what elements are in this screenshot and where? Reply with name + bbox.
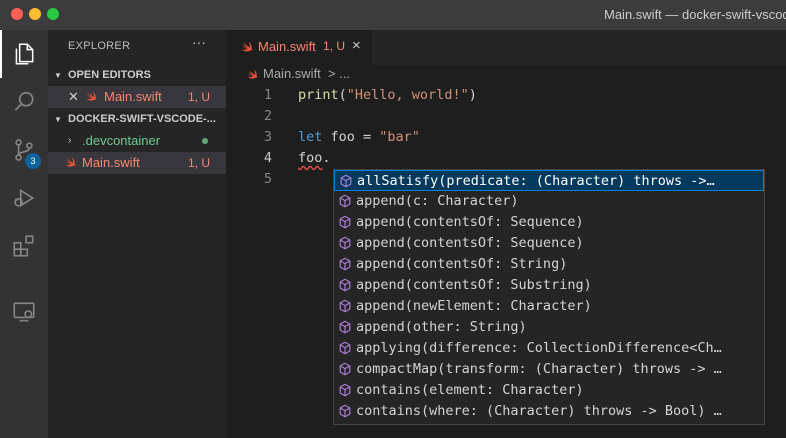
suggestion-label: append(contentsOf: Sequence) (356, 214, 584, 230)
code-line-3[interactable]: let foo = "bar" (298, 129, 420, 145)
line-number-current: 4 (263, 150, 272, 166)
method-cube-icon (339, 362, 351, 376)
suggestion-item[interactable]: applying(difference: CollectionDifferenc… (334, 338, 764, 359)
suggestion-label: append(c: Character) (356, 193, 519, 209)
suggestion-item[interactable]: append(contentsOf: String) (334, 254, 764, 275)
method-cube-icon (339, 383, 351, 397)
open-editor-name: Main.swift (104, 89, 162, 104)
suggestion-item[interactable]: append(contentsOf: Substring) (334, 275, 764, 296)
more-actions-icon[interactable]: ··· (192, 34, 206, 50)
method-cube-icon (339, 236, 351, 250)
remote-explorer-icon (13, 302, 35, 322)
suggestion-label: allSatisfy(predicate: (Character) throws… (357, 173, 715, 189)
breadcrumb-more[interactable]: > ... (328, 66, 350, 81)
suggestion-label: append(contentsOf: Substring) (356, 277, 592, 293)
files-icon (15, 43, 34, 65)
minimize-window-button[interactable] (29, 8, 41, 20)
remote-explorer-activity[interactable] (0, 288, 48, 336)
explorer-sidebar: EXPLORER ··· ▼ OPEN EDITORS ✕ Main.swift … (48, 30, 226, 438)
suggestion-label: applying(difference: CollectionDifferenc… (356, 340, 722, 356)
activity-bar: 3 (0, 30, 48, 438)
tab-bar: Main.swift 1, U × (226, 30, 786, 65)
suggestion-widget[interactable]: allSatisfy(predicate: (Character) throws… (333, 169, 765, 425)
suggestion-item-selected[interactable]: allSatisfy(predicate: (Character) throws… (334, 170, 764, 191)
modified-indicator (202, 138, 208, 144)
suggestion-item[interactable]: contains(element: Character) (334, 380, 764, 401)
breadcrumb: Main.swift > ... (226, 65, 786, 85)
chevron-down-icon: ▼ (54, 115, 62, 124)
method-cube-icon (339, 320, 351, 334)
explorer-title: EXPLORER (68, 40, 131, 52)
tree-item-label: .devcontainer (82, 133, 161, 148)
suggestion-item[interactable]: append(contentsOf: Sequence) (334, 233, 764, 254)
extensions-icon (13, 235, 34, 257)
open-editors-header[interactable]: ▼ OPEN EDITORS (48, 64, 226, 86)
method-cube-icon (339, 215, 351, 229)
suggestion-label: append(contentsOf: Sequence) (356, 235, 584, 251)
code-line-4[interactable]: foo. (298, 150, 331, 166)
swift-icon (247, 69, 258, 79)
workspace-header[interactable]: ▼ DOCKER-SWIFT-VSCODE-... (48, 108, 226, 130)
method-cube-icon (340, 174, 352, 188)
suggestion-label: append(newElement: Character) (356, 298, 592, 314)
method-cube-icon (339, 194, 351, 208)
suggestion-item[interactable]: contains(where: (Character) throws -> Bo… (334, 401, 764, 422)
swift-icon (86, 91, 97, 101)
source-control-activity[interactable]: 3 (0, 126, 48, 174)
suggestion-item[interactable]: append(c: Character) (334, 191, 764, 212)
tab-status: 1, U (323, 39, 346, 53)
method-cube-icon (339, 278, 351, 292)
error-squiggle: foo (298, 150, 323, 166)
suggestion-item[interactable]: append(newElement: Character) (334, 296, 764, 317)
suggestion-item[interactable]: append(contentsOf: Sequence) (334, 212, 764, 233)
extensions-activity[interactable] (0, 222, 48, 270)
title-bar: Main.swift — docker-swift-vscode (0, 0, 786, 30)
tab-main-swift[interactable]: Main.swift 1, U × (226, 30, 372, 65)
suggestion-label: contains(element: Character) (356, 382, 584, 398)
maximize-window-button[interactable] (47, 8, 59, 20)
suggestion-item[interactable]: append(other: String) (334, 317, 764, 338)
run-debug-activity[interactable] (0, 174, 48, 222)
tab-label: Main.swift (258, 39, 316, 54)
source-control-badge: 3 (25, 153, 41, 169)
tree-item-devcontainer[interactable]: › .devcontainer (48, 130, 226, 152)
open-editor-status: 1, U (188, 90, 211, 104)
method-cube-icon (339, 257, 351, 271)
search-activity[interactable] (0, 78, 48, 126)
swift-icon (65, 157, 76, 167)
line-number: 5 (263, 171, 272, 187)
line-number: 3 (263, 129, 272, 145)
tree-item-status: 1, U (188, 156, 211, 170)
search-icon (14, 91, 34, 111)
breadcrumb-file[interactable]: Main.swift (263, 66, 321, 81)
line-number: 2 (263, 108, 272, 124)
window-title: Main.swift — docker-swift-vscode (604, 7, 786, 22)
tree-item-label: Main.swift (82, 155, 140, 170)
swift-icon (241, 41, 253, 52)
suggestion-label: contains(where: (Character) throws -> Bo… (356, 403, 722, 419)
suggestion-label: compactMap(transform: (Character) throws… (356, 361, 722, 377)
explorer-activity[interactable] (0, 30, 48, 78)
close-icon[interactable]: × (352, 37, 361, 54)
chevron-right-icon: › (68, 135, 72, 146)
method-cube-icon (339, 299, 351, 313)
run-debug-icon (14, 188, 35, 208)
close-icon[interactable]: ✕ (68, 86, 79, 108)
method-cube-icon (339, 404, 351, 418)
suggestion-label: append(contentsOf: String) (356, 256, 568, 272)
open-editor-item-main-swift[interactable]: ✕ Main.swift 1, U (48, 86, 226, 108)
tree-item-main-swift[interactable]: Main.swift 1, U (48, 152, 226, 174)
suggestion-label: append(other: String) (356, 319, 527, 335)
line-number: 1 (263, 87, 272, 103)
code-line-1[interactable]: print("Hello, world!") (298, 87, 477, 103)
chevron-down-icon: ▼ (54, 71, 62, 80)
suggestion-item[interactable]: compactMap(transform: (Character) throws… (334, 359, 764, 380)
close-window-button[interactable] (11, 8, 23, 20)
method-cube-icon (339, 341, 351, 355)
